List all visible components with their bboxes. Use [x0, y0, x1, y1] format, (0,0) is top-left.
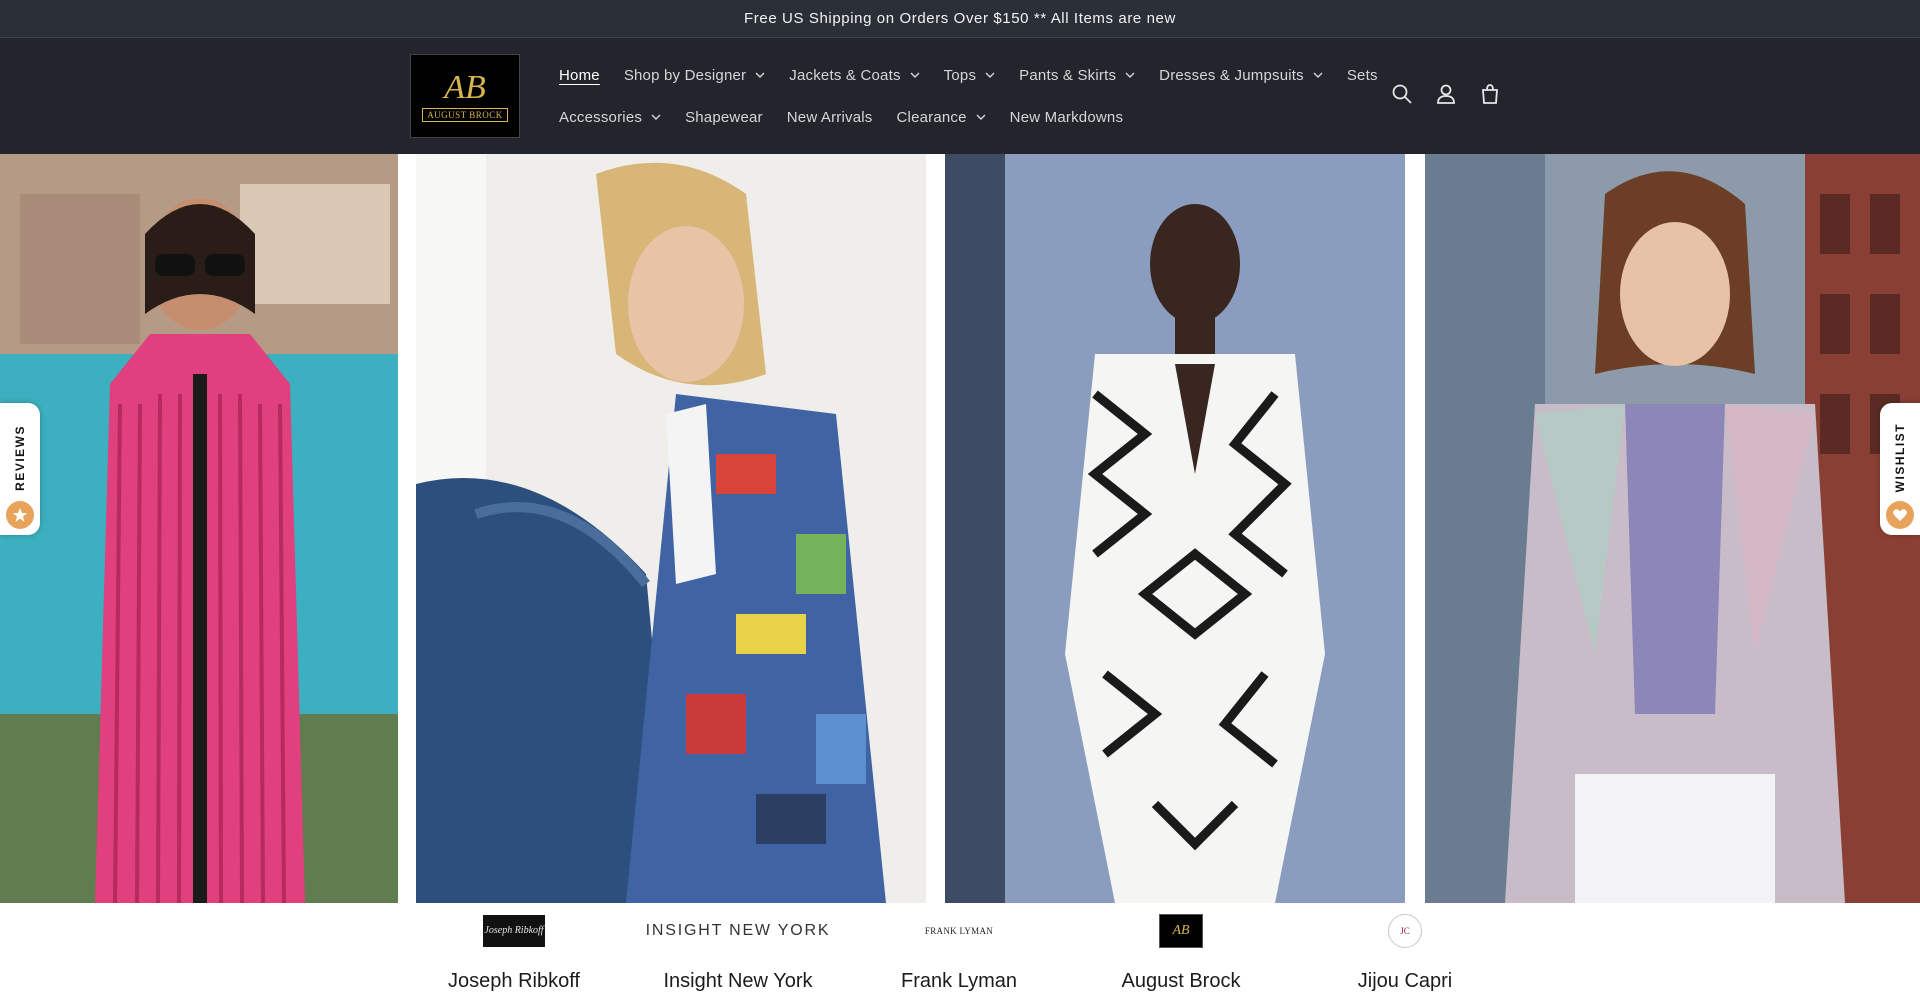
- chevron-down-icon: [755, 70, 765, 80]
- brand-name: Jijou Capri: [1357, 970, 1453, 992]
- brand-logo: Joseph Ribkoff: [483, 913, 545, 948]
- nav-label: New Markdowns: [1009, 108, 1124, 126]
- wishlist-tab-label: WISHLIST: [1893, 423, 1907, 493]
- brand-logo-mark: JC: [1388, 913, 1422, 948]
- hero-image-pink-jacket: [0, 154, 398, 903]
- hero-image-printed-jacket: [416, 154, 926, 903]
- main-nav-row-2: Accessories Shapewear New Arrivals Clear…: [559, 105, 1147, 129]
- reviews-tab[interactable]: REVIEWS: [0, 403, 40, 535]
- nav-label: Clearance: [896, 108, 967, 126]
- announcement-text: Free US Shipping on Orders Over $150 ** …: [744, 10, 1176, 27]
- main-nav-row-1: Home Shop by Designer Jackets & Coats To…: [559, 63, 1402, 87]
- brand-name: August Brock: [1121, 970, 1241, 992]
- brand-insight-new-york[interactable]: INSIGHT NEW YORK Insight New York: [638, 903, 838, 993]
- nav-label: Jackets & Coats: [789, 66, 901, 84]
- search-icon[interactable]: [1390, 82, 1414, 106]
- logo-wordmark: AUGUST BROCK: [422, 108, 508, 122]
- brand-logo-mark: FRANK LYMAN: [924, 925, 994, 936]
- nav-label: Accessories: [559, 108, 643, 126]
- chevron-down-icon: [976, 112, 986, 122]
- nav-label: Shapewear: [685, 108, 763, 126]
- header-icons: [1390, 82, 1502, 106]
- chevron-down-icon: [1313, 70, 1323, 80]
- nav-shop-by-designer[interactable]: Shop by Designer: [624, 67, 765, 84]
- nav-pants-skirts[interactable]: Pants & Skirts: [1019, 67, 1135, 84]
- nav-label: New Arrivals: [786, 108, 873, 126]
- site-header: AB AUGUST BROCK Home Shop by Designer Ja…: [0, 38, 1920, 154]
- nav-label: Home: [559, 66, 600, 84]
- nav-sets[interactable]: Sets: [1347, 67, 1378, 84]
- nav-tops[interactable]: Tops: [944, 67, 996, 84]
- brand-logo-mark: Joseph Ribkoff: [483, 914, 545, 947]
- chevron-down-icon: [1125, 70, 1135, 80]
- brand-frank-lyman[interactable]: FRANK LYMAN Frank Lyman: [859, 903, 1059, 993]
- nav-home[interactable]: Home: [559, 67, 600, 84]
- brand-logo: AB: [1159, 913, 1203, 948]
- brand-name: Joseph Ribkoff: [448, 970, 580, 992]
- logo-monogram: AB: [444, 69, 486, 106]
- chevron-down-icon: [985, 70, 995, 80]
- brand-joseph-ribkoff[interactable]: Joseph Ribkoff Joseph Ribkoff: [414, 903, 614, 993]
- site-logo[interactable]: AB AUGUST BROCK: [410, 54, 520, 138]
- brand-logo: INSIGHT NEW YORK: [646, 913, 831, 948]
- brand-strip: Joseph Ribkoff Joseph Ribkoff INSIGHT NE…: [0, 903, 1920, 993]
- nav-label: Shop by Designer: [623, 66, 747, 84]
- nav-label: Sets: [1346, 66, 1378, 84]
- nav-accessories[interactable]: Accessories: [559, 109, 661, 126]
- brand-logo-mark: AB: [1159, 913, 1203, 948]
- nav-label: Tops: [943, 66, 977, 84]
- star-icon: [6, 501, 34, 529]
- brand-logo: JC: [1388, 913, 1422, 948]
- nav-label: Dresses & Jumpsuits: [1159, 66, 1304, 84]
- brand-august-brock[interactable]: AB August Brock: [1081, 903, 1281, 993]
- nav-new-arrivals[interactable]: New Arrivals: [787, 109, 873, 126]
- brand-logo-mark: INSIGHT NEW YORK: [645, 921, 831, 939]
- wishlist-tab[interactable]: WISHLIST: [1880, 403, 1920, 535]
- brand-name: Frank Lyman: [901, 970, 1017, 992]
- chevron-down-icon: [651, 112, 661, 122]
- announcement-bar: Free US Shipping on Orders Over $150 ** …: [0, 0, 1920, 38]
- brand-jijou-capri[interactable]: JC Jijou Capri: [1305, 903, 1505, 993]
- nav-shapewear[interactable]: Shapewear: [685, 109, 763, 126]
- cart-icon[interactable]: [1478, 82, 1502, 106]
- nav-clearance[interactable]: Clearance: [897, 109, 986, 126]
- brand-logo: FRANK LYMAN: [925, 913, 993, 948]
- account-icon[interactable]: [1434, 82, 1458, 106]
- nav-dresses-jumpsuits[interactable]: Dresses & Jumpsuits: [1159, 67, 1323, 84]
- hero-banner[interactable]: [0, 154, 1920, 903]
- nav-jackets-coats[interactable]: Jackets & Coats: [789, 66, 920, 84]
- hero-image-metallic-jacket: [1425, 154, 1920, 903]
- nav-label: Pants & Skirts: [1019, 66, 1117, 84]
- heart-icon: [1886, 501, 1914, 529]
- reviews-tab-label: REVIEWS: [13, 425, 27, 491]
- hero-image-geometric-blazer: [945, 154, 1405, 903]
- nav-new-markdowns[interactable]: New Markdowns: [1010, 109, 1123, 126]
- brand-name: Insight New York: [663, 970, 813, 992]
- chevron-down-icon: [910, 70, 920, 80]
